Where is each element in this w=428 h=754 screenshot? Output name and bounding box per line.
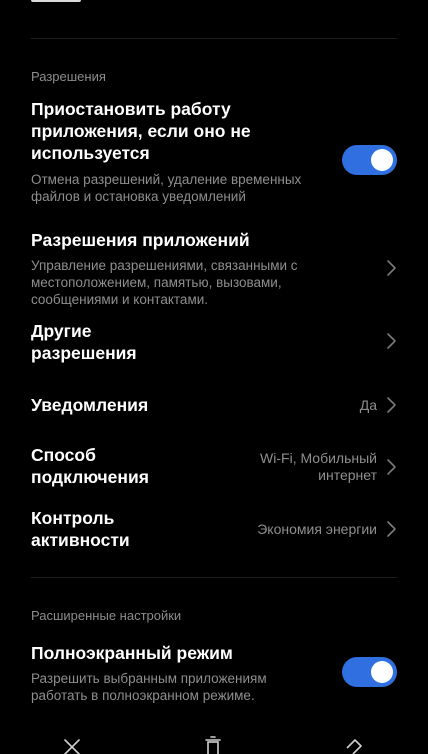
permissions-section-header: Разрешения (31, 69, 106, 84)
activity-control-value: Экономия энергии (257, 521, 377, 537)
chevron-right-icon (387, 521, 396, 537)
chevron-right-icon (387, 459, 396, 475)
pause-app-description: Отмена разрешений, удаление временных фа… (31, 172, 302, 204)
top-divider (31, 38, 397, 39)
app-permissions-description: Управление разрешениями, связанными с ме… (31, 258, 298, 307)
notifications-title: Уведомления (31, 395, 149, 415)
section-divider (31, 577, 397, 578)
pause-app-toggle[interactable] (342, 145, 397, 175)
toggle-knob (371, 149, 393, 171)
previous-section-title-fragment (31, 0, 91, 4)
app-permissions-title: Разрешения приложений (31, 230, 250, 250)
other-permissions-title: Другие разрешения (31, 321, 137, 363)
connection-value: Wi-Fi, Мобильный интернет (260, 450, 377, 483)
close-icon[interactable] (63, 736, 81, 754)
toggle-knob (371, 661, 393, 683)
fullscreen-description: Разрешить выбранным приложениям работать… (31, 671, 267, 703)
pause-app-title: Приостановить работу приложения, если он… (31, 99, 251, 163)
connection-title: Способ подключения (31, 445, 149, 487)
notifications-value: Да (359, 397, 377, 413)
eraser-icon[interactable] (343, 736, 365, 754)
bottom-action-bar (0, 728, 428, 754)
trash-icon[interactable] (203, 736, 223, 754)
chevron-right-icon (387, 333, 396, 349)
advanced-section-header: Расширенные настройки (31, 608, 182, 623)
activity-control-title: Контроль активности (31, 508, 130, 550)
fullscreen-toggle[interactable] (342, 657, 397, 687)
chevron-right-icon (387, 260, 396, 276)
chevron-right-icon (387, 397, 396, 413)
fullscreen-title: Полноэкранный режим (31, 643, 233, 663)
